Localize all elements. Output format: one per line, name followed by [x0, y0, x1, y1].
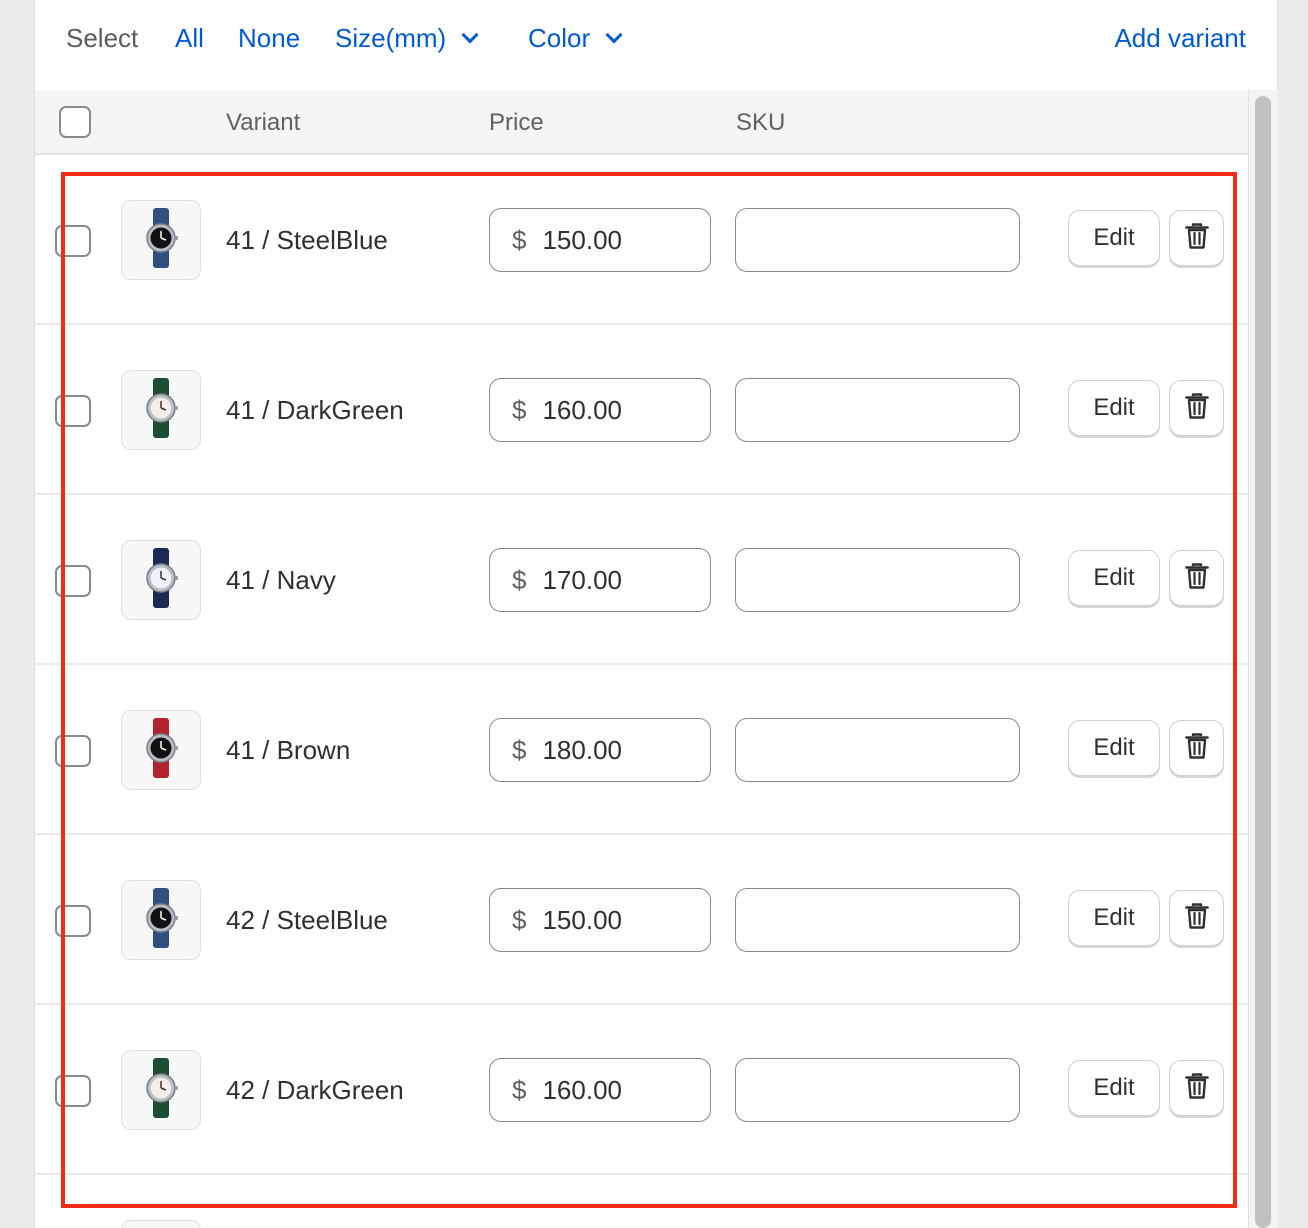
- table-header: Variant Price SKU: [35, 90, 1249, 155]
- row-checkbox[interactable]: [55, 395, 91, 427]
- variant-row: 41 / Brown $180.00 Edit: [35, 665, 1249, 835]
- trash-icon: [1184, 392, 1210, 425]
- price-input[interactable]: $170.00: [489, 548, 711, 612]
- edit-button[interactable]: Edit: [1068, 380, 1160, 436]
- sku-input[interactable]: [735, 718, 1020, 782]
- variant-thumbnail[interactable]: [121, 710, 201, 790]
- row-checkbox[interactable]: [55, 565, 91, 597]
- row-checkbox[interactable]: [55, 905, 91, 937]
- sku-input[interactable]: [735, 378, 1020, 442]
- variant-rows: 41 / SteelBlue $150.00 Edit 41 / DarkGreen $…: [35, 155, 1249, 1228]
- trash-icon: [1184, 222, 1210, 255]
- sku-input[interactable]: [735, 888, 1020, 952]
- trash-icon: [1184, 732, 1210, 765]
- bulk-select-toolbar: Select All None Size(mm) Color Add varia…: [35, 0, 1277, 90]
- variant-thumbnail[interactable]: [121, 540, 201, 620]
- delete-button[interactable]: [1169, 210, 1224, 266]
- currency-symbol: $: [512, 734, 527, 765]
- row-checkbox[interactable]: [55, 225, 91, 257]
- chevron-down-icon: [461, 26, 479, 44]
- row-checkbox[interactable]: [55, 1075, 91, 1107]
- price-input[interactable]: $180.00: [489, 718, 711, 782]
- column-header-variant: Variant: [226, 109, 301, 136]
- variant-name: 42 / DarkGreen: [226, 1075, 404, 1105]
- delete-button[interactable]: [1169, 1060, 1224, 1116]
- delete-button[interactable]: [1169, 550, 1224, 606]
- variant-thumbnail[interactable]: [121, 880, 201, 960]
- edit-button[interactable]: Edit: [1068, 550, 1160, 606]
- trash-icon: [1184, 562, 1210, 595]
- variant-row: 41 / Navy $170.00 Edit: [35, 495, 1249, 665]
- currency-symbol: $: [512, 224, 527, 255]
- delete-button[interactable]: [1169, 380, 1224, 436]
- watch-icon: [139, 206, 183, 275]
- variant-row: 41 / SteelBlue $150.00 Edit: [35, 155, 1249, 325]
- size-filter-dropdown[interactable]: Size(mm): [335, 20, 479, 56]
- chevron-down-icon: [605, 26, 623, 44]
- price-value: 150.00: [542, 224, 622, 255]
- sku-input[interactable]: [735, 1058, 1020, 1122]
- watch-icon: [139, 716, 183, 785]
- scrollbar-thumb[interactable]: [1255, 96, 1271, 1228]
- variant-thumbnail[interactable]: [121, 200, 201, 280]
- price-input[interactable]: $150.00: [489, 208, 711, 272]
- currency-symbol: $: [512, 1074, 527, 1105]
- variants-panel: Select All None Size(mm) Color Add varia…: [34, 0, 1278, 1228]
- watch-icon: [139, 376, 183, 445]
- price-value: 160.00: [542, 394, 622, 425]
- variant-name: 42 / SteelBlue: [226, 905, 388, 935]
- variant-thumbnail[interactable]: [121, 1220, 201, 1228]
- edit-button[interactable]: Edit: [1068, 210, 1160, 266]
- column-header-price: Price: [489, 109, 544, 136]
- delete-button[interactable]: [1169, 720, 1224, 776]
- add-variant-link[interactable]: Add variant: [1114, 20, 1246, 56]
- price-input[interactable]: $150.00: [489, 888, 711, 952]
- price-input[interactable]: $160.00: [489, 378, 711, 442]
- select-all-link[interactable]: All: [175, 20, 204, 56]
- delete-button[interactable]: [1169, 890, 1224, 946]
- variant-row: 42 / SteelBlue $150.00 Edit: [35, 835, 1249, 1005]
- select-none-link[interactable]: None: [238, 20, 300, 56]
- trash-icon: [1184, 1072, 1210, 1105]
- watch-icon: [139, 1056, 183, 1125]
- price-value: 150.00: [542, 904, 622, 935]
- variant-name: 41 / DarkGreen: [226, 395, 404, 425]
- edit-button[interactable]: Edit: [1068, 890, 1160, 946]
- watch-icon: [139, 546, 183, 615]
- size-filter-label: Size(mm): [335, 23, 447, 53]
- variant-row: 41 / DarkGreen $160.00 Edit: [35, 325, 1249, 495]
- variant-thumbnail[interactable]: [121, 1050, 201, 1130]
- edit-button[interactable]: Edit: [1068, 1060, 1160, 1116]
- currency-symbol: $: [512, 564, 527, 595]
- variant-name: 41 / Navy: [226, 565, 336, 595]
- price-input[interactable]: $160.00: [489, 1058, 711, 1122]
- variant-row-partial: [35, 1175, 1249, 1228]
- variant-thumbnail[interactable]: [121, 370, 201, 450]
- price-value: 160.00: [542, 1074, 622, 1105]
- variant-row: 42 / DarkGreen $160.00 Edit: [35, 1005, 1249, 1175]
- currency-symbol: $: [512, 904, 527, 935]
- trash-icon: [1184, 902, 1210, 935]
- currency-symbol: $: [512, 394, 527, 425]
- sku-input[interactable]: [735, 208, 1020, 272]
- sku-input[interactable]: [735, 548, 1020, 612]
- variant-name: 41 / Brown: [226, 735, 351, 765]
- color-filter-dropdown[interactable]: Color: [528, 20, 623, 56]
- row-checkbox[interactable]: [55, 735, 91, 767]
- select-all-checkbox[interactable]: [59, 106, 91, 138]
- price-value: 170.00: [542, 564, 622, 595]
- edit-button[interactable]: Edit: [1068, 720, 1160, 776]
- variant-name: 41 / SteelBlue: [226, 225, 388, 255]
- select-label: Select: [66, 23, 139, 53]
- column-header-sku: SKU: [736, 109, 786, 136]
- watch-icon: [139, 886, 183, 955]
- color-filter-label: Color: [528, 23, 591, 53]
- price-value: 180.00: [542, 734, 622, 765]
